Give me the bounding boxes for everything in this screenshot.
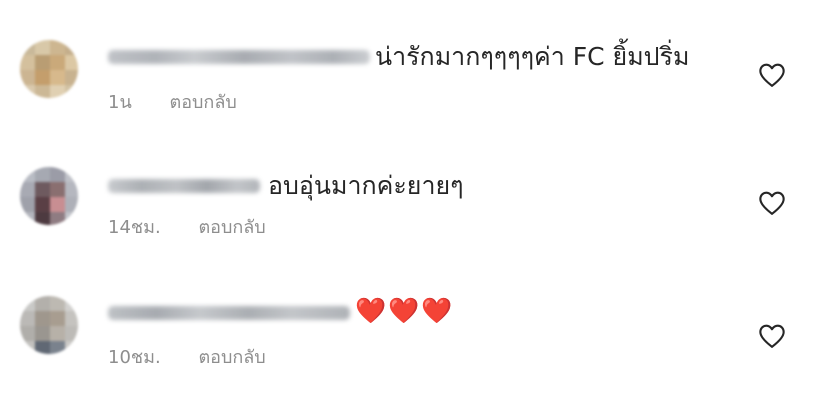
comment-item: ❤️❤️❤️ 10ชม. ตอบกลับ [0,292,828,382]
comment-meta: 10ชม. ตอบกลับ [108,347,266,369]
comment-time: 1น [108,92,132,113]
username-blurred[interactable] [108,179,260,193]
comment-text: อบอุ่นมากค่ะยายๆ [268,171,464,200]
comment-meta: 14ชม. ตอบกลับ [108,217,266,239]
comment-time: 10ชม. [108,347,161,368]
comment-time: 14ชม. [108,217,161,238]
reply-button[interactable]: ตอบกลับ [198,217,265,239]
heart-outline-icon[interactable] [758,323,786,349]
username-blurred[interactable] [108,50,370,64]
reply-button[interactable]: ตอบกลับ [198,347,265,369]
avatar[interactable] [20,40,78,98]
username-blurred[interactable] [108,306,350,320]
comments-list: น่ารักมากๆๆๆๆค่า FC ยิ้มปริ่ม 1น ตอบกลับ [0,0,828,400]
comment-text: น่ารักมากๆๆๆๆค่า FC ยิ้มปริ่ม [375,42,690,71]
comment-text: ❤️❤️❤️ [355,296,455,325]
comment-item: อบอุ่นมากค่ะยายๆ 14ชม. ตอบกลับ [0,163,828,253]
avatar[interactable] [20,167,78,225]
comment-item: น่ารักมากๆๆๆๆค่า FC ยิ้มปริ่ม 1น ตอบกลับ [0,36,828,126]
reply-button[interactable]: ตอบกลับ [170,92,237,114]
heart-outline-icon[interactable] [758,190,786,216]
heart-outline-icon[interactable] [758,62,786,88]
comment-meta: 1น ตอบกลับ [108,92,237,114]
avatar[interactable] [20,296,78,354]
